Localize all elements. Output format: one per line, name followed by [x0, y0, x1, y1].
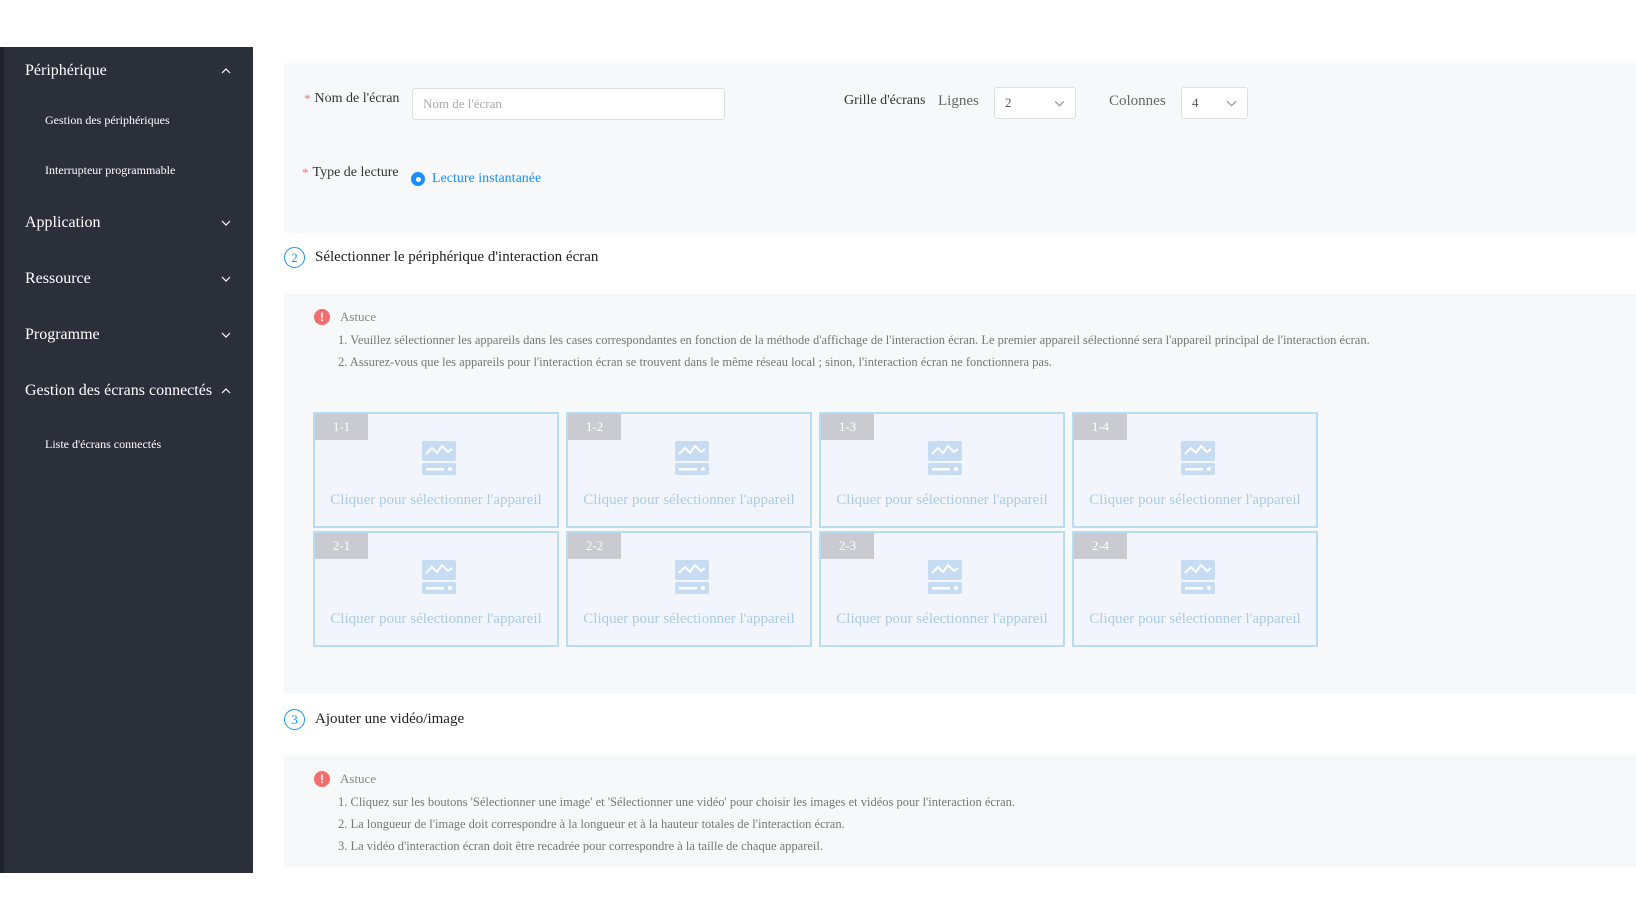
nav-head-programme[interactable]: Programme	[4, 307, 253, 363]
device-cell-text: Cliquer pour sélectionner l'appareil	[330, 611, 542, 627]
grid-label: Grille d'écrans	[844, 93, 926, 108]
device-icon	[927, 559, 963, 595]
device-icon	[674, 559, 710, 595]
radio-selected-icon	[411, 172, 425, 186]
nav-head-label: Périphérique	[25, 62, 107, 79]
tip-line: 2. La longueur de l'image doit correspon…	[338, 817, 845, 831]
nav-head-label: Programme	[25, 326, 100, 343]
step-title: Sélectionner le périphérique d'interacti…	[315, 249, 599, 265]
chevron-down-icon	[1226, 100, 1237, 107]
device-cell-tag: 1-2	[568, 414, 621, 440]
device-cell-text: Cliquer pour sélectionner l'appareil	[836, 492, 1048, 508]
device-cell-tag: 2-4	[1074, 533, 1127, 559]
device-icon	[1180, 440, 1216, 476]
tip-title-text: Astuce	[340, 771, 377, 786]
instant-play-label: Lecture instantanée	[432, 171, 542, 186]
device-cell[interactable]: 2-1 Cliquer pour sélectionner l'appareil	[313, 531, 559, 647]
device-cell-text: Cliquer pour sélectionner l'appareil	[583, 492, 795, 508]
sidebar-item-device-management[interactable]: Gestion des périphériques	[4, 95, 253, 145]
warning-icon: !	[314, 771, 330, 787]
device-cell-tag: 2-3	[821, 533, 874, 559]
device-icon	[927, 440, 963, 476]
tip-line: 1. Veuillez sélectionner les appareils d…	[338, 333, 1370, 347]
device-cell[interactable]: 2-4 Cliquer pour sélectionner l'appareil	[1072, 531, 1318, 647]
step-3-header: 3 Ajouter une vidéo/image	[284, 709, 464, 730]
sidebar: Périphérique Gestion des périphériques I…	[0, 47, 253, 873]
warning-icon: !	[314, 309, 330, 325]
device-cell-text: Cliquer pour sélectionner l'appareil	[583, 611, 795, 627]
nav-head-label: Ressource	[25, 270, 91, 287]
cols-label: Colonnes	[1109, 93, 1166, 109]
tip-line: 1. Cliquez sur les boutons 'Sélectionner…	[338, 795, 1016, 809]
cols-select[interactable]: 4	[1181, 87, 1248, 119]
nav-head-connected-screens[interactable]: Gestion des écrans connectés	[4, 363, 253, 419]
device-cell-tag: 2-2	[568, 533, 621, 559]
device-selection-panel: ! Astuce 1. Veuillez sélectionner les ap…	[284, 294, 1636, 694]
nav-group-peripherique: Périphérique Gestion des périphériques I…	[4, 47, 253, 195]
chevron-up-icon	[221, 386, 231, 396]
tip-line: 3. La vidéo d'interaction écran doit êtr…	[338, 839, 823, 853]
device-cell-tag: 2-1	[315, 533, 368, 559]
nav-head-label: Gestion des écrans connectés	[25, 382, 213, 399]
required-asterisk: *	[302, 165, 309, 180]
step-number: 3	[284, 709, 305, 730]
nav-head-peripherique[interactable]: Périphérique	[4, 47, 253, 95]
tip-line: 2. Assurez-vous que les appareils pour l…	[338, 355, 1052, 369]
rows-select-value: 2	[1005, 95, 1012, 110]
step-title: Ajouter une vidéo/image	[315, 711, 465, 727]
device-cell-text: Cliquer pour sélectionner l'appareil	[836, 611, 1048, 627]
device-icon	[421, 440, 457, 476]
device-icon	[674, 440, 710, 476]
device-cell[interactable]: 1-3 Cliquer pour sélectionner l'appareil	[819, 412, 1065, 528]
nav-head-ressource[interactable]: Ressource	[4, 251, 253, 307]
device-cell[interactable]: 1-2 Cliquer pour sélectionner l'appareil	[566, 412, 812, 528]
device-cell[interactable]: 2-3 Cliquer pour sélectionner l'appareil	[819, 531, 1065, 647]
screen-name-input[interactable]	[412, 88, 725, 120]
chevron-down-icon	[221, 274, 231, 284]
media-panel: ! Astuce 1. Cliquez sur les boutons 'Sél…	[284, 755, 1636, 867]
device-cell-text: Cliquer pour sélectionner l'appareil	[1089, 492, 1301, 508]
device-cell[interactable]: 1-1 Cliquer pour sélectionner l'appareil	[313, 412, 559, 528]
screen-name-label: * Nom de l'écran	[304, 91, 399, 107]
play-type-label: * Type de lecture	[302, 165, 399, 181]
device-cell-text: Cliquer pour sélectionner l'appareil	[1089, 611, 1301, 627]
play-type-label-text: Type de lecture	[312, 165, 399, 180]
cols-select-value: 4	[1192, 95, 1199, 110]
device-icon	[421, 559, 457, 595]
nav-group-connected-screens: Gestion des écrans connectés Liste d'écr…	[4, 363, 253, 469]
nav-group-programme: Programme	[4, 307, 253, 363]
chevron-down-icon	[221, 330, 231, 340]
step-2-header: 2 Sélectionner le périphérique d'interac…	[284, 247, 598, 268]
device-icon	[1180, 559, 1216, 595]
device-cell[interactable]: 2-2 Cliquer pour sélectionner l'appareil	[566, 531, 812, 647]
device-cell-text: Cliquer pour sélectionner l'appareil	[330, 492, 542, 508]
tip-title: ! Astuce	[314, 309, 376, 325]
chevron-up-icon	[221, 66, 231, 76]
instant-play-radio[interactable]: Lecture instantanée	[411, 171, 541, 187]
screen-form-panel: * Nom de l'écran Grille d'écrans Lignes …	[284, 63, 1636, 233]
tip-title-text: Astuce	[340, 309, 377, 324]
sidebar-item-programmable-switch[interactable]: Interrupteur programmable	[4, 145, 253, 195]
sidebar-item-connected-screens-list[interactable]: Liste d'écrans connectés	[4, 419, 253, 469]
device-cell[interactable]: 1-4 Cliquer pour sélectionner l'appareil	[1072, 412, 1318, 528]
device-cell-tag: 1-4	[1074, 414, 1127, 440]
chevron-down-icon	[221, 218, 231, 228]
tip-title: ! Astuce	[314, 771, 376, 787]
nav-group-application: Application	[4, 195, 253, 251]
screen-name-label-text: Nom de l'écran	[314, 91, 400, 106]
nav-head-application[interactable]: Application	[4, 195, 253, 251]
device-cell-tag: 1-1	[315, 414, 368, 440]
nav-head-label: Application	[25, 214, 101, 231]
device-cell-tag: 1-3	[821, 414, 874, 440]
step-number: 2	[284, 247, 305, 268]
required-asterisk: *	[304, 91, 311, 106]
rows-label: Lignes	[938, 93, 979, 109]
rows-select[interactable]: 2	[994, 87, 1076, 119]
nav-group-ressource: Ressource	[4, 251, 253, 307]
chevron-down-icon	[1054, 100, 1065, 107]
